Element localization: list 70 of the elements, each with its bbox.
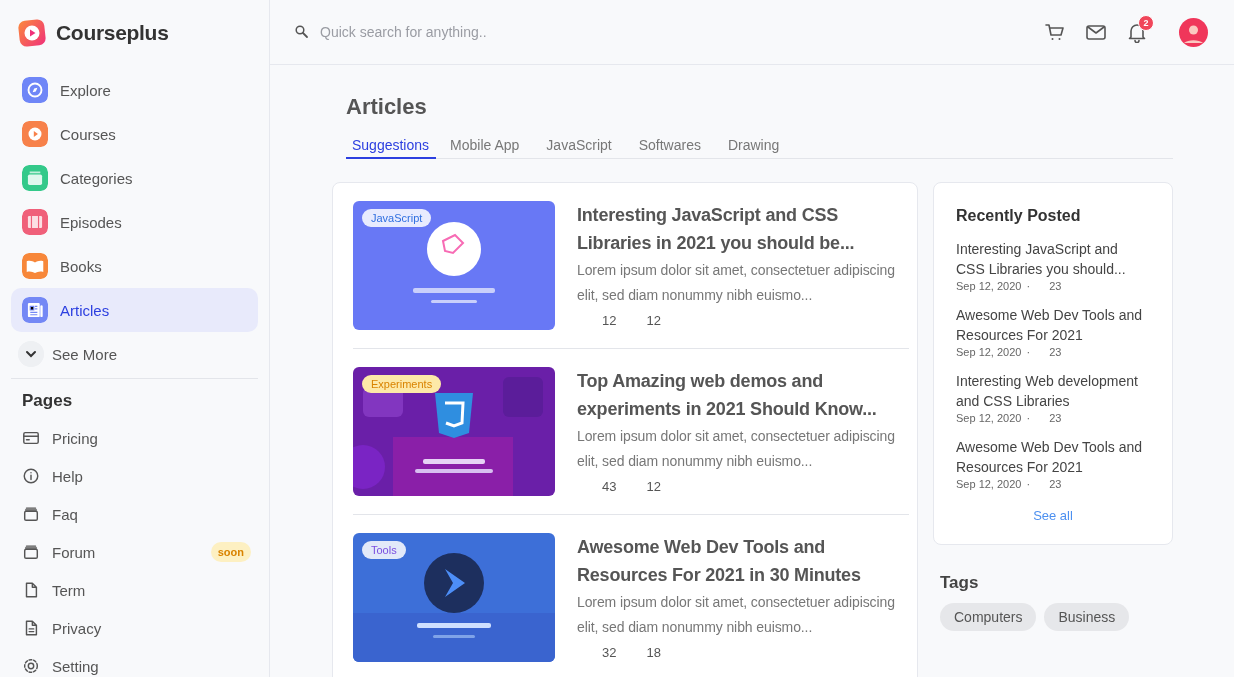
separator-dot: · [1026, 477, 1031, 491]
category-tab[interactable]: Mobile App [444, 133, 533, 159]
separator-dot: · [1026, 345, 1031, 359]
post-date: Sep 12, 2020 [956, 411, 1022, 425]
card-title: Recently Posted [956, 207, 1082, 225]
notification-count: 2 [1138, 15, 1154, 31]
brand-name: Courseplus [56, 20, 169, 45]
article-excerpt: Lorem ipsum dolor sit amet, consectetuer adipiscing elit, sed diam nonummy nibh euismo... [577, 427, 896, 471]
nav-item[interactable]: Categories [11, 156, 258, 200]
article-title[interactable]: Top Amazing web demos and experiments in 2021 Should Know... [577, 367, 907, 423]
separator-dot: · [1026, 279, 1031, 293]
post-title[interactable]: Interesting JavaScript and CSS Libraries you should... [956, 239, 1150, 279]
separator-dot: · [1026, 411, 1031, 425]
post-title[interactable]: Awesome Web Dev Tools and Resources For 2021 [956, 305, 1150, 345]
gear-icon [22, 657, 40, 675]
logo-icon [18, 18, 46, 47]
tray-icon [22, 505, 40, 523]
nav-item[interactable]: Explore [11, 68, 258, 112]
nav-item[interactable]: Episodes [11, 200, 258, 244]
article-excerpt: Lorem ipsum dolor sit amet, consectetuer adipiscing elit, sed diam nonummy nibh euismo... [577, 593, 896, 637]
tag-chip[interactable]: Business [1044, 603, 1130, 631]
tray-icon [22, 543, 40, 561]
search-field[interactable]: Quick search for anything.. [320, 24, 640, 40]
see-more-button[interactable]: See More [11, 332, 118, 376]
stat-count: 32 [602, 645, 617, 660]
category-tab[interactable]: Softwares [632, 133, 714, 159]
view-count: 23 [1049, 345, 1062, 359]
page-title: Articles [346, 94, 427, 120]
post-date: Sep 12, 2020 [956, 477, 1022, 491]
nav-item[interactable]: Books [11, 244, 258, 288]
category-tab[interactable]: JavaScript [540, 133, 625, 159]
category-tag: Experiments [362, 375, 442, 393]
bell-icon[interactable] [1126, 21, 1148, 43]
card-icon [22, 429, 40, 447]
article-excerpt: Lorem ipsum dolor sit amet, consectetuer adipiscing elit, sed diam nonummy nibh euismo... [577, 261, 896, 305]
search-icon [294, 24, 310, 40]
view-count: 23 [1049, 477, 1062, 491]
page-link[interactable]: Setting [0, 647, 269, 677]
section-title: Tags [940, 573, 980, 593]
category-tag: JavaScript [362, 209, 432, 227]
post-title[interactable]: Awesome Web Dev Tools and Resources For 2021 [956, 437, 1150, 477]
stat-count: 12 [646, 313, 661, 328]
page-link[interactable]: Forum soon [0, 533, 269, 571]
soon-badge: soon [210, 542, 251, 562]
page-link[interactable]: Privacy [0, 609, 269, 647]
view-count: 23 [1049, 279, 1062, 293]
article-title[interactable]: Interesting JavaScript and CSS Libraries in 2021 you should be... [577, 201, 907, 257]
category-tag: Tools [362, 541, 406, 559]
post-title[interactable]: Interesting Web development and CSS Libraries [956, 371, 1150, 411]
article-title[interactable]: Awesome Web Dev Tools and Resources For 2021 in 30 Minutes [577, 533, 907, 589]
stat-count: 12 [602, 313, 617, 328]
page-link[interactable]: Term [0, 571, 269, 609]
category-tab[interactable]: Suggestions [346, 133, 437, 159]
stat-count: 18 [646, 645, 661, 660]
nav-item[interactable]: Courses [11, 112, 258, 156]
tag-chip[interactable]: Computers [940, 603, 1037, 631]
post-date: Sep 12, 2020 [956, 279, 1022, 293]
category-tab[interactable]: Drawing [721, 133, 793, 159]
page-link[interactable]: Pricing [0, 419, 269, 457]
nav-item[interactable]: Articles [11, 288, 258, 332]
info-icon [22, 467, 40, 485]
cart-icon[interactable] [1044, 21, 1066, 43]
stat-count: 12 [646, 479, 661, 494]
view-count: 23 [1049, 411, 1062, 425]
stat-count: 43 [602, 479, 617, 494]
page-link[interactable]: Help [0, 457, 269, 495]
section-title: Pages [21, 390, 74, 412]
page-link[interactable]: Faq [0, 495, 269, 533]
post-date: Sep 12, 2020 [956, 345, 1022, 359]
avatar-icon[interactable] [1179, 17, 1208, 47]
